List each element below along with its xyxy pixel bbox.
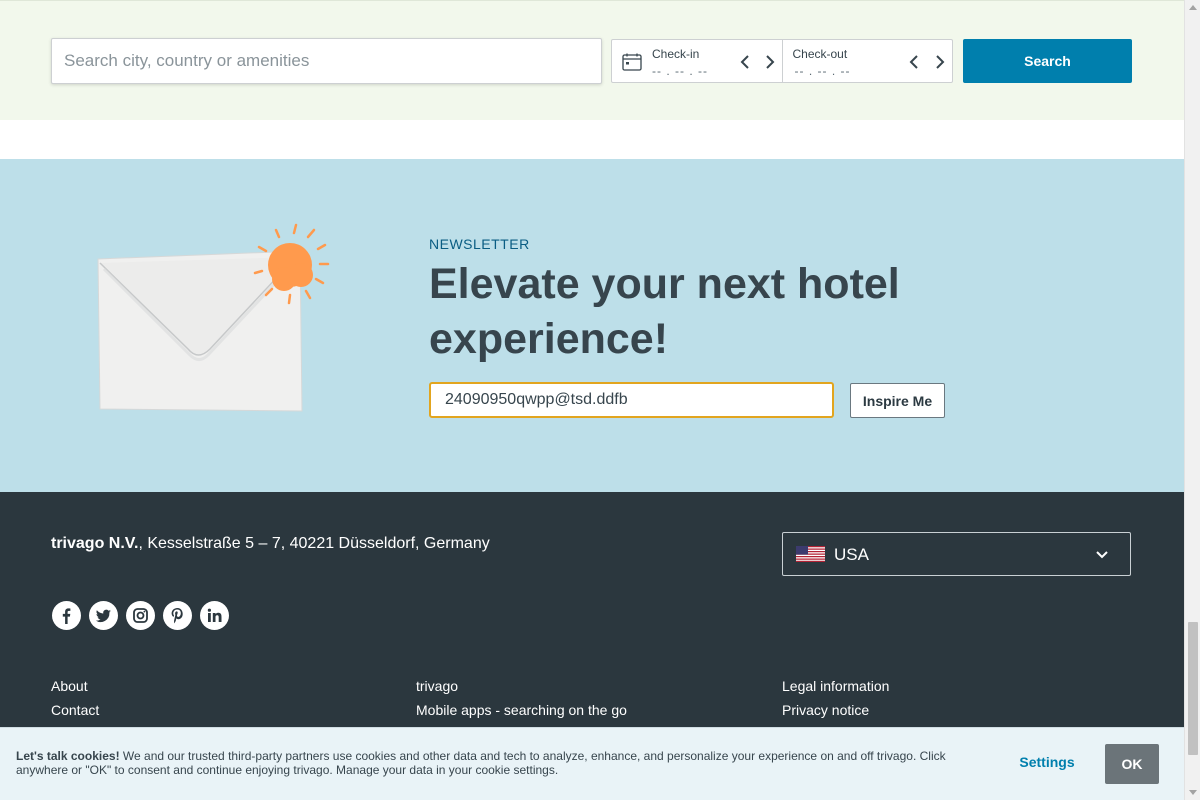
company-name: trivago N.V. <box>51 535 139 552</box>
newsletter-section: NEWSLETTER Elevate your next hotel exper… <box>0 159 1184 492</box>
footer-column-3: Legal information Privacy notice <box>782 674 889 722</box>
page: Check-in -- . -- . -- Check-out -- . -- … <box>0 0 1184 800</box>
footer-link-mobile-apps[interactable]: Mobile apps - searching on the go <box>416 698 627 722</box>
footer-column-2: trivago Mobile apps - searching on the g… <box>416 674 627 722</box>
date-picker: Check-in -- . -- . -- Check-out -- . -- … <box>611 39 953 83</box>
footer-column-1: About Contact <box>51 674 99 722</box>
search-button[interactable]: Search <box>963 39 1132 83</box>
check-in-field[interactable]: Check-in -- . -- . -- <box>612 40 782 82</box>
us-flag-icon <box>796 546 825 562</box>
chevron-left-icon[interactable] <box>907 53 923 71</box>
footer-link-trivago[interactable]: trivago <box>416 674 627 698</box>
newsletter-email-input[interactable] <box>429 382 834 418</box>
newsletter-kicker: NEWSLETTER <box>429 236 530 252</box>
check-out-label: Check-out <box>792 47 848 61</box>
scroll-up-arrow-icon[interactable] <box>1189 4 1197 12</box>
pinterest-icon[interactable] <box>163 601 192 630</box>
chevron-left-icon[interactable] <box>738 53 754 71</box>
footer-link-privacy[interactable]: Privacy notice <box>782 698 889 722</box>
country-selector[interactable]: USA <box>782 532 1131 576</box>
inspire-me-button[interactable]: Inspire Me <box>850 383 945 418</box>
chevron-right-icon[interactable] <box>931 53 947 71</box>
newsletter-title: Elevate your next hotel experience! <box>429 260 900 363</box>
cookie-banner[interactable]: Let's talk cookies! We and our trusted t… <box>0 727 1184 800</box>
search-bar-section: Check-in -- . -- . -- Check-out -- . -- … <box>0 0 1184 120</box>
page-scrollbar[interactable] <box>1184 0 1200 800</box>
cookie-body: We and our trusted third-party partners … <box>16 749 946 777</box>
cookie-ok-button[interactable]: OK <box>1105 744 1159 784</box>
check-in-value: -- . -- . -- <box>652 64 708 78</box>
footer-link-contact[interactable]: Contact <box>51 698 99 722</box>
company-address: trivago N.V., Kesselstraße 5 – 7, 40221 … <box>51 535 490 553</box>
check-out-field[interactable]: Check-out -- . -- . -- <box>781 40 953 82</box>
destination-search-input[interactable] <box>51 38 602 84</box>
country-name: USA <box>834 545 869 564</box>
cookie-settings-button[interactable]: Settings <box>1003 754 1091 770</box>
linkedin-icon[interactable] <box>200 601 229 630</box>
check-in-label: Check-in <box>652 47 700 61</box>
chevron-down-icon <box>1096 551 1108 559</box>
chevron-right-icon[interactable] <box>761 53 777 71</box>
envelope-illustration <box>97 223 330 412</box>
cookie-text: Let's talk cookies! We and our trusted t… <box>16 749 976 777</box>
instagram-icon[interactable] <box>126 601 155 630</box>
footer-link-legal[interactable]: Legal information <box>782 674 889 698</box>
cookie-heading: Let's talk cookies! <box>16 749 120 763</box>
twitter-icon[interactable] <box>89 601 118 630</box>
calendar-icon <box>622 53 642 71</box>
footer-link-about[interactable]: About <box>51 674 99 698</box>
address-text: , Kesselstraße 5 – 7, 40221 Düsseldorf, … <box>138 535 490 552</box>
scroll-down-arrow-icon[interactable] <box>1189 788 1197 796</box>
facebook-icon[interactable] <box>52 601 81 630</box>
scrollbar-thumb[interactable] <box>1188 622 1198 755</box>
check-out-value: -- . -- . -- <box>794 64 851 78</box>
social-links <box>52 601 229 630</box>
